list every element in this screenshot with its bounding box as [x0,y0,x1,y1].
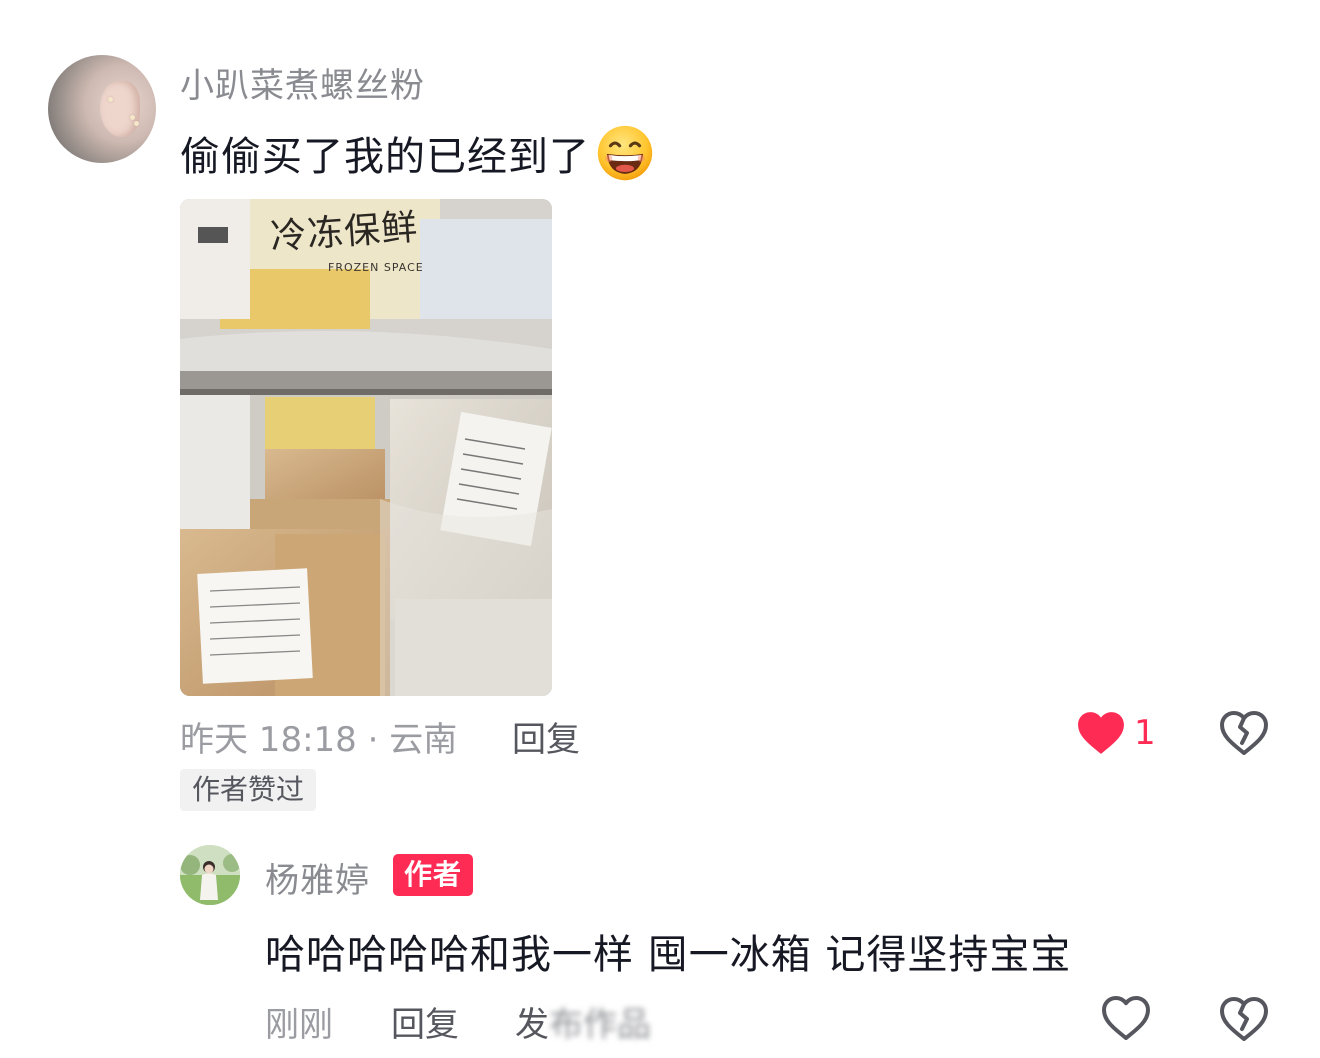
author-liked-badge: 作者赞过 [180,769,317,811]
broken-heart-icon [1220,997,1268,1041]
dislike-button[interactable] [1218,708,1270,762]
grinning-face-icon [597,125,653,181]
photo-label: 冷冻保鲜 [268,206,420,259]
earring [134,121,139,126]
earring [130,115,135,120]
heart-filled-icon [1078,712,1124,754]
comment-username[interactable]: 小趴菜煮螺丝粉 [180,58,425,107]
comment-text: 偷偷买了我的已经到了 [180,124,654,182]
reply-reply-button[interactable]: 回复 [391,997,459,1046]
comment-thread: 小趴菜煮螺丝粉 偷偷买了我的已经到了 冷冻保鲜 FROZEN SPACE 昨天 … [0,0,1320,1058]
photo-sublabel: FROZEN SPACE [328,261,424,274]
reply-extra[interactable]: 发布作品 [515,997,651,1046]
reply-like-button[interactable] [1100,994,1152,1046]
reply-username[interactable]: 杨雅婷 [265,853,370,902]
reply-text: 哈哈哈哈哈和我一样 囤一冰箱 记得坚持宝宝 [265,932,1072,978]
comment-body: 偷偷买了我的已经到了 [180,134,590,180]
reply-avatar[interactable] [180,845,240,905]
broken-heart-icon [1220,711,1268,755]
author-tag: 作者 [393,854,474,896]
like-count: 1 [1134,713,1156,753]
avatar-ear [100,81,140,137]
avatar-image [180,845,240,905]
reply-time: 刚刚 [265,1005,333,1045]
like-button[interactable]: 1 [1076,710,1156,756]
reply-dislike-button[interactable] [1218,994,1270,1048]
earring [108,97,113,102]
avatar[interactable] [48,55,156,163]
reply-extra-blurred: 布作品 [549,1005,651,1045]
reply-button[interactable]: 回复 [512,712,580,761]
reply-extra-label: 发 [515,1005,549,1045]
comment-meta: 昨天 18:18 · 云南 [180,720,458,760]
comment-photo[interactable]: 冷冻保鲜 FROZEN SPACE [180,199,552,696]
heart-outline-icon [1102,996,1150,1040]
